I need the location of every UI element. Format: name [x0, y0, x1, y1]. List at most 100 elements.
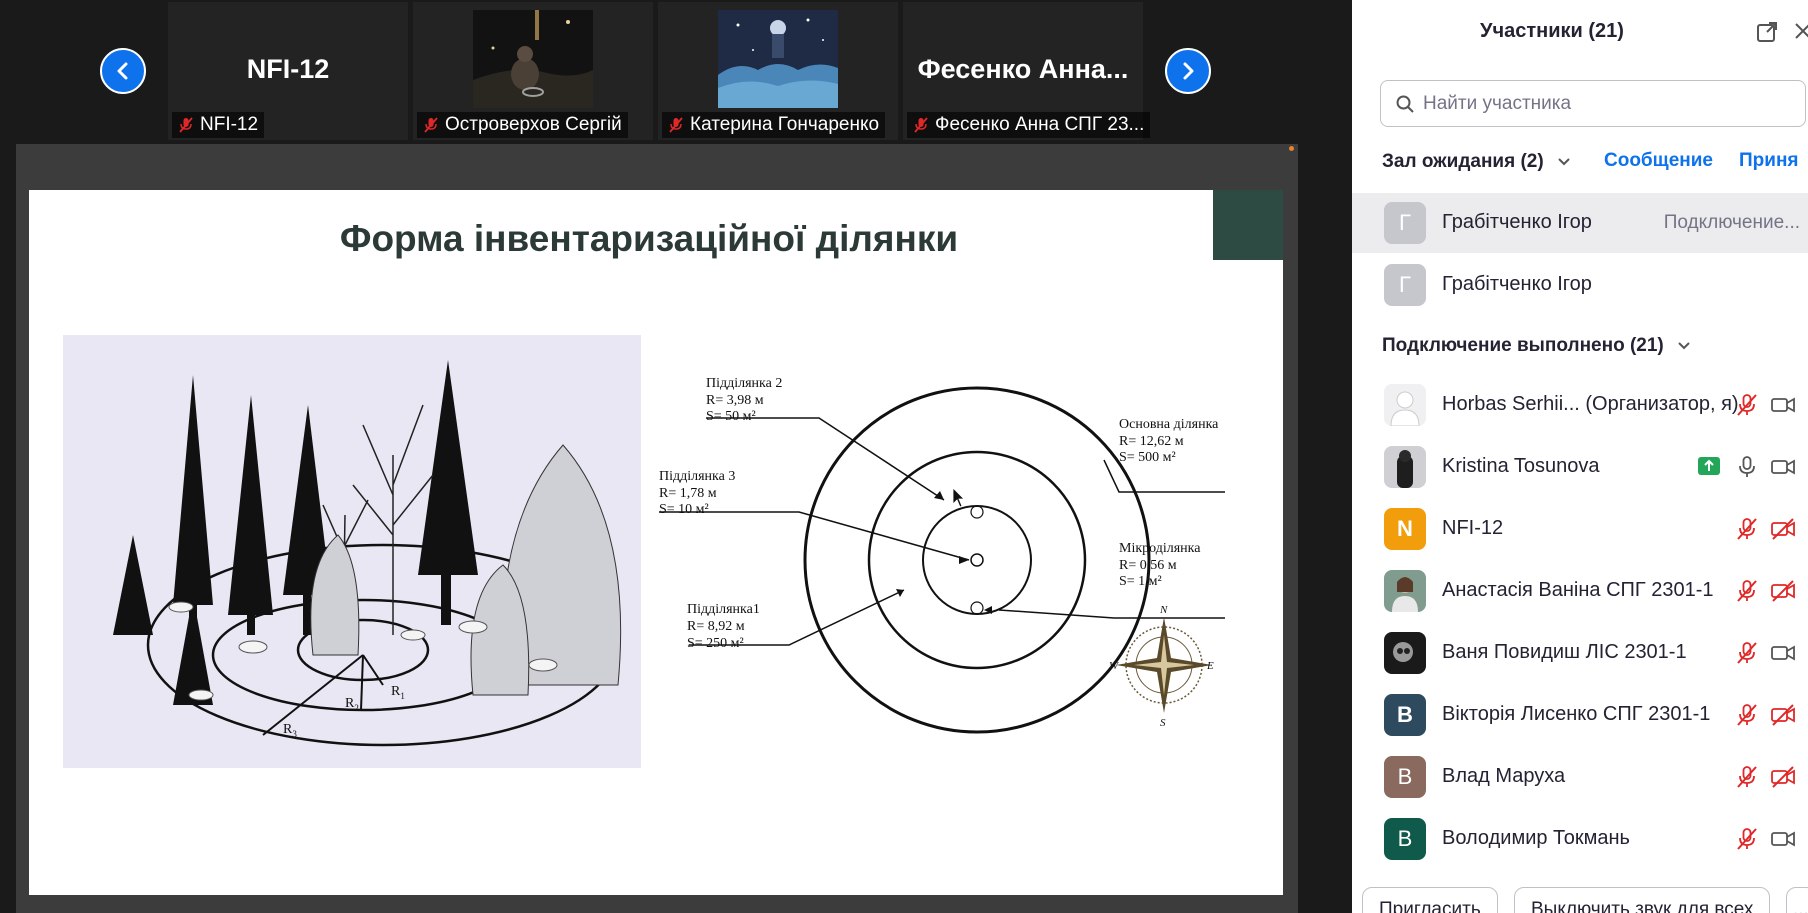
waiting-row[interactable]: Г Грабітченко Ігор — [1352, 255, 1808, 315]
mute-all-button[interactable]: Выключить звук для всех — [1514, 887, 1771, 913]
close-icon[interactable] — [1792, 20, 1808, 42]
video-off-icon[interactable] — [1770, 517, 1796, 541]
video-icon[interactable] — [1770, 641, 1796, 665]
waiting-row[interactable]: Г Грабітченко Ігор Подключение... — [1352, 193, 1808, 253]
main-plot-area: S= 500 м² — [1119, 450, 1176, 465]
chevron-right-icon — [1183, 62, 1194, 80]
compass-s: S — [1160, 717, 1166, 729]
video-tile-fesenko[interactable]: Фесенко Анна... Фесенко Анна СПГ 23... — [903, 2, 1151, 140]
avatar: В — [1384, 694, 1426, 736]
video-tile-nfi-12[interactable]: NFI-12 NFI-12 — [168, 2, 408, 140]
waiting-room-label: Зал ожидания (2) — [1382, 151, 1544, 172]
participant-name: Володимир Токмань — [1442, 827, 1630, 849]
tile-label-text: Островерхов Сергій — [445, 114, 622, 135]
participant-row[interactable]: Анастасія Ваніна СПГ 2301-1 — [1352, 560, 1808, 622]
compass-rose-icon: N S E W — [1109, 604, 1214, 729]
plot2-area: S= 50 м² — [706, 409, 756, 424]
plot3-radius: R= 1,78 м — [659, 486, 717, 501]
compass-n: N — [1159, 604, 1168, 616]
avatar: Г — [1384, 264, 1426, 306]
video-off-icon[interactable] — [1770, 579, 1796, 603]
shared-slide: Форма інвентаризаційної ділянки R1 R2 R3… — [29, 190, 1283, 895]
plot-scheme-diagram: Підділянка 2 R= 3,98 м S= 50 м² Підділян… — [659, 376, 1225, 734]
video-icon[interactable] — [1770, 827, 1796, 851]
recording-indicator — [1289, 146, 1294, 151]
participant-row[interactable]: Ваня Повидиш ЛІС 2301-1 — [1352, 622, 1808, 684]
participant-name: Грабітченко Ігор — [1442, 273, 1592, 295]
next-page-button[interactable] — [1165, 48, 1211, 94]
participant-photo — [473, 10, 593, 108]
pop-out-icon[interactable] — [1755, 20, 1779, 44]
tile-display-name: Фесенко Анна... — [917, 54, 1129, 84]
search-icon — [1396, 95, 1414, 113]
previous-page-button[interactable] — [100, 48, 146, 94]
participant-photo — [1384, 446, 1426, 488]
avatar: Г — [1384, 202, 1426, 244]
mouse-cursor-icon — [952, 487, 965, 508]
participant-row[interactable]: В Володимир Токмань — [1352, 808, 1808, 870]
mic-muted-icon — [424, 117, 438, 133]
video-off-icon[interactable] — [1770, 765, 1796, 789]
search-field[interactable] — [1380, 80, 1806, 127]
plot1-name: Підділянка1 — [687, 602, 760, 617]
tile-label-text: Фесенко Анна СПГ 23... — [935, 114, 1145, 135]
participant-name: Kristina Tosunova — [1442, 455, 1600, 477]
micro-plot-name: Мікроділянка — [1119, 541, 1201, 556]
participant-photo — [718, 10, 838, 108]
plot3-name: Підділянка 3 — [659, 469, 735, 484]
compass-w: W — [1109, 660, 1119, 672]
participant-row[interactable]: В Вікторія Лисенко СПГ 2301-1 — [1352, 684, 1808, 746]
participant-name: Ваня Повидиш ЛІС 2301-1 — [1442, 641, 1687, 663]
participant-row[interactable]: N NFI-12 — [1352, 498, 1808, 560]
tile-name-label: Островерхов Сергій — [417, 112, 628, 138]
tile-label-text: Катерина Гончаренко — [690, 114, 880, 135]
video-icon[interactable] — [1770, 393, 1796, 417]
avatar: В — [1384, 818, 1426, 860]
mic-muted-icon[interactable] — [1734, 641, 1760, 665]
mic-muted-icon — [669, 117, 683, 133]
plot2-radius: R= 3,98 м — [706, 393, 764, 408]
more-options-button[interactable]: ... — [1786, 887, 1808, 913]
chevron-left-icon — [117, 62, 128, 80]
default-avatar-icon — [1384, 384, 1426, 426]
participant-row[interactable]: Kristina Tosunova — [1352, 436, 1808, 498]
chevron-down-icon — [1558, 158, 1570, 166]
video-icon[interactable] — [1770, 455, 1796, 479]
participant-row[interactable]: В Влад Маруха — [1352, 746, 1808, 808]
mic-muted-icon[interactable] — [1734, 703, 1760, 727]
message-button[interactable]: Сообщение — [1604, 150, 1713, 172]
main-plot-name: Основна ділянка — [1119, 417, 1219, 432]
avatar: В — [1384, 756, 1426, 798]
connected-header[interactable]: Подключение выполнено (21) — [1382, 335, 1691, 357]
mic-icon[interactable] — [1734, 455, 1760, 479]
waiting-room-header[interactable]: Зал ожидания (2) — [1382, 151, 1571, 173]
mic-muted-icon[interactable] — [1734, 393, 1760, 417]
video-tile-honcharenko[interactable]: Катерина Гончаренко — [658, 2, 898, 140]
plot3-area: S= 10 м² — [659, 502, 709, 517]
forest-plot-illustration: R1 R2 R3 — [63, 335, 641, 768]
mic-muted-icon[interactable] — [1734, 765, 1760, 789]
video-off-icon[interactable] — [1770, 703, 1796, 727]
invite-button[interactable]: Пригласить — [1362, 887, 1498, 913]
video-strip: NFI-12 NFI-12 Островерхов Сергій Катерин… — [0, 0, 1350, 140]
mic-muted-icon[interactable] — [1734, 579, 1760, 603]
participant-name: Грабітченко Ігор — [1442, 211, 1592, 233]
participants-panel: Участники (21) Зал ожидания (2) Сообщени… — [1352, 0, 1808, 913]
mic-muted-icon — [179, 117, 193, 133]
participant-row[interactable]: Horbas Serhii... (Организатор, я) — [1352, 374, 1808, 436]
search-input[interactable] — [1423, 91, 1793, 117]
connected-label: Подключение выполнено (21) — [1382, 335, 1664, 356]
tile-display-name: NFI-12 — [246, 54, 330, 84]
meeting-area: NFI-12 NFI-12 Островерхов Сергій Катерин… — [0, 0, 1350, 913]
zoom-window: NFI-12 NFI-12 Островерхов Сергій Катерин… — [0, 0, 1808, 913]
screen-share-icon — [1698, 457, 1720, 475]
mic-muted-icon[interactable] — [1734, 827, 1760, 851]
video-tile-ostroverkhov[interactable]: Островерхов Сергій — [413, 2, 653, 140]
mic-muted-icon[interactable] — [1734, 517, 1760, 541]
tile-label-text: NFI-12 — [200, 114, 259, 135]
main-plot-radius: R= 12,62 м — [1119, 434, 1184, 449]
participant-name: Вікторія Лисенко СПГ 2301-1 — [1442, 703, 1711, 725]
plot2-name: Підділянка 2 — [706, 376, 782, 391]
admit-button[interactable]: Приня — [1739, 150, 1799, 172]
plot1-area: S= 250 м² — [687, 636, 744, 651]
